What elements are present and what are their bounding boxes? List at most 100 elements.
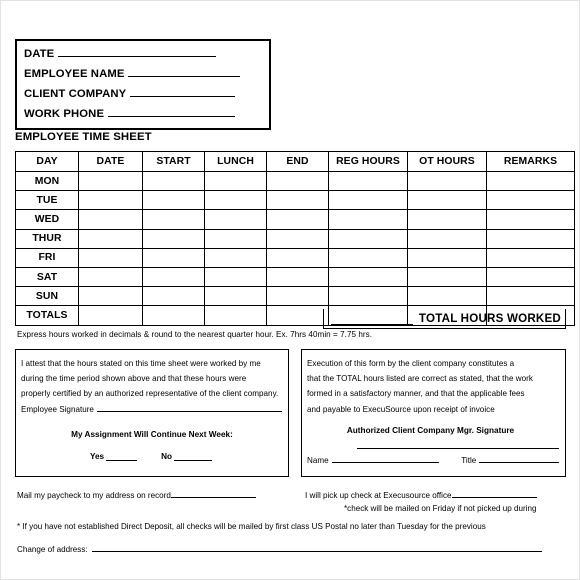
- cell-remarks[interactable]: [486, 228, 575, 249]
- cell-date[interactable]: [78, 170, 143, 192]
- cell-lunch[interactable]: [204, 247, 267, 268]
- cell-ot-hours[interactable]: [407, 228, 487, 249]
- cell-lunch[interactable]: [204, 170, 267, 192]
- cell-lunch[interactable]: [204, 228, 267, 249]
- cell-reg-hours[interactable]: [328, 170, 408, 192]
- cell-ot-hours[interactable]: [407, 247, 487, 268]
- cell-day: SUN: [15, 286, 79, 307]
- cell-end[interactable]: [266, 266, 329, 288]
- mail-paycheck-row[interactable]: Mail my paycheck to my address on record: [17, 488, 256, 500]
- change-of-address-row[interactable]: Change of address:: [17, 542, 542, 554]
- cell-start[interactable]: [142, 209, 205, 230]
- title-input[interactable]: [479, 453, 559, 463]
- cell-start[interactable]: [142, 190, 205, 211]
- cell-ot-hours[interactable]: [407, 266, 487, 288]
- field-date-input[interactable]: [58, 46, 217, 57]
- employee-signature-row[interactable]: Employee Signature: [21, 402, 282, 417]
- table-row: FRI: [15, 247, 575, 268]
- yes-label: Yes: [89, 452, 105, 461]
- cell-ot-hours[interactable]: [407, 190, 487, 211]
- page-title: EMPLOYEE TIME SHEET: [15, 131, 152, 143]
- cell-remarks[interactable]: [486, 190, 575, 211]
- cell-start[interactable]: [142, 266, 205, 288]
- field-employee-name-input[interactable]: [128, 66, 241, 77]
- field-employee-name[interactable]: EMPLOYEE NAME: [24, 66, 269, 86]
- total-hours-worked-label: TOTAL HOURS WORKED: [418, 312, 561, 325]
- cell-end[interactable]: [266, 190, 329, 211]
- timesheet-table: DAY DATE START LUNCH END REG HOURS OT HO…: [15, 151, 575, 326]
- client-execution-box: Execution of this form by the client com…: [301, 349, 566, 477]
- table-row: MON: [15, 170, 575, 192]
- pickup-check-label: I will pick up check at Execusource offi…: [305, 491, 452, 500]
- cell-end[interactable]: [266, 286, 329, 307]
- cell-end[interactable]: [266, 209, 329, 230]
- cell-start[interactable]: [142, 170, 205, 192]
- name-title-row[interactable]: Name Title: [307, 453, 559, 465]
- total-hours-worked-input[interactable]: [330, 313, 413, 325]
- cell-day: TUE: [15, 190, 79, 211]
- cell-start[interactable]: [142, 228, 205, 249]
- no-checkbox-line[interactable]: [174, 451, 213, 461]
- mail-paycheck-input[interactable]: [170, 488, 256, 498]
- cell-date[interactable]: [78, 266, 143, 288]
- attestation-line: I attest that the hours stated on this t…: [21, 359, 261, 368]
- cell-remarks[interactable]: [486, 247, 575, 268]
- total-hours-worked-strip: TOTAL HOURS WORKED: [15, 309, 566, 329]
- cell-day: THUR: [15, 228, 79, 249]
- cell-date[interactable]: [78, 190, 143, 211]
- cell-date[interactable]: [78, 247, 143, 268]
- cell-ot-hours[interactable]: [407, 170, 487, 192]
- cell-reg-hours[interactable]: [328, 190, 408, 211]
- cell-reg-hours[interactable]: [328, 228, 408, 249]
- attestation-line: during the time period shown above and t…: [21, 374, 247, 384]
- cell-end[interactable]: [266, 247, 329, 268]
- cell-reg-hours[interactable]: [328, 209, 408, 230]
- cell-remarks[interactable]: [486, 170, 575, 192]
- pickup-check-input[interactable]: [451, 488, 537, 498]
- field-work-phone[interactable]: WORK PHONE: [24, 106, 269, 126]
- cell-reg-hours[interactable]: [328, 266, 408, 288]
- column-header-day: DAY: [15, 151, 79, 172]
- assignment-continue-answers[interactable]: Yes No: [16, 451, 288, 461]
- table-row: SUN: [15, 286, 575, 307]
- cell-ot-hours[interactable]: [407, 209, 487, 230]
- field-work-phone-input[interactable]: [108, 106, 236, 117]
- field-employee-name-label: EMPLOYEE NAME: [24, 68, 125, 80]
- cell-date[interactable]: [78, 286, 143, 307]
- cell-end[interactable]: [266, 170, 329, 192]
- cell-reg-hours[interactable]: [328, 247, 408, 268]
- cell-remarks[interactable]: [486, 286, 575, 307]
- cell-end[interactable]: [266, 228, 329, 249]
- field-date[interactable]: DATE: [24, 46, 269, 66]
- table-row: SAT: [15, 266, 575, 288]
- yes-checkbox-line[interactable]: [106, 451, 138, 461]
- cell-lunch[interactable]: [204, 209, 267, 230]
- authorized-signature-input[interactable]: [357, 448, 559, 449]
- cell-remarks[interactable]: [486, 266, 575, 288]
- mail-paycheck-label: Mail my paycheck to my address on record: [17, 491, 171, 500]
- employee-signature-input[interactable]: [96, 402, 282, 412]
- field-client-company[interactable]: CLIENT COMPANY: [24, 86, 269, 106]
- cell-remarks[interactable]: [486, 209, 575, 230]
- column-header-lunch: LUNCH: [204, 151, 267, 172]
- cell-lunch[interactable]: [204, 266, 267, 288]
- field-client-company-input[interactable]: [130, 86, 236, 97]
- table-row: WED: [15, 209, 575, 230]
- name-input[interactable]: [331, 453, 440, 463]
- field-work-phone-label: WORK PHONE: [24, 108, 105, 120]
- cell-date[interactable]: [78, 209, 143, 230]
- express-hours-note: Express hours worked in decimals & round…: [17, 330, 373, 339]
- field-client-company-label: CLIENT COMPANY: [24, 88, 127, 100]
- cell-ot-hours[interactable]: [407, 286, 487, 307]
- pickup-check-row[interactable]: I will pick up check at Execusource offi…: [305, 488, 537, 500]
- cell-date[interactable]: [78, 228, 143, 249]
- cell-reg-hours[interactable]: [328, 286, 408, 307]
- change-of-address-input[interactable]: [91, 542, 542, 552]
- employee-info-box: DATE EMPLOYEE NAME CLIENT COMPANY WORK P…: [15, 39, 271, 130]
- title-label: Title: [461, 456, 477, 465]
- cell-lunch[interactable]: [204, 286, 267, 307]
- attestation-line: properly certified by an authorized repr…: [21, 389, 279, 399]
- cell-start[interactable]: [142, 247, 205, 268]
- cell-start[interactable]: [142, 286, 205, 307]
- cell-lunch[interactable]: [204, 190, 267, 211]
